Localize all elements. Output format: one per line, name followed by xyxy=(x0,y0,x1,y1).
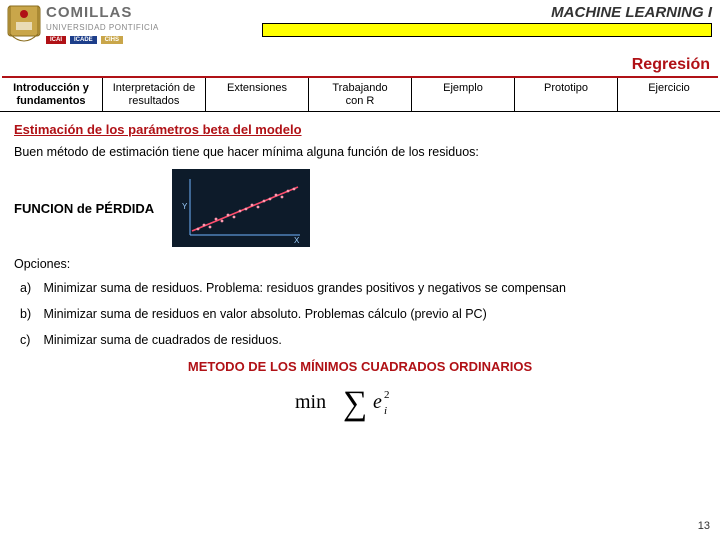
option-c: c) Minimizar suma de cuadrados de residu… xyxy=(20,333,706,347)
course-area: MACHINE LEARNING I xyxy=(165,0,720,37)
option-a: a) Minimizar suma de residuos. Problema:… xyxy=(20,281,706,295)
university-subline: UNIVERSIDAD PONTIFICIA xyxy=(46,23,159,32)
tab-label: Trabajando xyxy=(332,82,387,94)
svg-text:X: X xyxy=(294,236,300,245)
bar-icai: ICAI xyxy=(46,36,66,44)
bar-cihs: CIHS xyxy=(101,36,123,44)
option-letter: c) xyxy=(20,333,40,347)
sub-bars: ICAI ICADE CIHS xyxy=(46,36,159,44)
tab-label: fundamentos xyxy=(16,95,85,107)
course-title: MACHINE LEARNING I xyxy=(551,4,712,21)
svg-text:∑: ∑ xyxy=(343,385,367,422)
logo-text: COMILLAS UNIVERSIDAD PONTIFICIA ICAI ICA… xyxy=(46,4,159,44)
option-letter: a) xyxy=(20,281,40,295)
slide-header: COMILLAS UNIVERSIDAD PONTIFICIA ICAI ICA… xyxy=(0,0,720,56)
regression-chart-icon: Y X xyxy=(172,169,310,247)
tab-prototipo[interactable]: Prototipo xyxy=(515,78,618,111)
option-text: Minimizar suma de cuadrados de residuos. xyxy=(43,333,281,347)
intro-text: Buen método de estimación tiene que hace… xyxy=(14,145,706,159)
tab-label: Introducción y xyxy=(13,82,89,94)
tab-introduccion[interactable]: Introducción y fundamentos xyxy=(0,78,103,111)
svg-text:i: i xyxy=(384,405,387,417)
option-letter: b) xyxy=(20,307,40,321)
tab-ejercicio[interactable]: Ejercicio xyxy=(618,78,720,111)
method-title: METODO DE LOS MÍNIMOS CUADRADOS ORDINARI… xyxy=(14,359,706,374)
tab-extensiones[interactable]: Extensiones xyxy=(206,78,309,111)
tab-interpretacion[interactable]: Interpretación de resultados xyxy=(103,78,206,111)
svg-text:Y: Y xyxy=(182,202,188,211)
university-logo-block: COMILLAS UNIVERSIDAD PONTIFICIA ICAI ICA… xyxy=(0,0,165,48)
options-label: Opciones: xyxy=(14,257,706,271)
svg-text:2: 2 xyxy=(384,389,390,401)
option-text: Minimizar suma de residuos en valor abso… xyxy=(43,307,486,321)
topic-title: Regresión xyxy=(2,56,718,78)
bar-icade: ICADE xyxy=(70,36,97,44)
tab-label: Interpretación de xyxy=(113,82,196,94)
svg-text:e: e xyxy=(373,391,382,413)
tab-label: Prototipo xyxy=(544,82,588,94)
option-b: b) Minimizar suma de residuos en valor a… xyxy=(20,307,706,321)
loss-label: FUNCION de PÉRDIDA xyxy=(14,201,154,216)
crest-icon xyxy=(6,4,42,48)
tab-row: Introducción y fundamentos Interpretació… xyxy=(0,78,720,112)
option-text: Minimizar suma de residuos. Problema: re… xyxy=(43,281,565,295)
tab-label: con R xyxy=(346,95,375,107)
tab-trabajando-r[interactable]: Trabajando con R xyxy=(309,78,412,111)
tab-label: Ejercicio xyxy=(648,82,690,94)
university-name: COMILLAS xyxy=(46,4,159,21)
tab-label: resultados xyxy=(129,95,180,107)
slide-body: Estimación de los parámetros beta del mo… xyxy=(0,112,720,425)
tab-label: Ejemplo xyxy=(443,82,483,94)
loss-row: FUNCION de PÉRDIDA Y X xyxy=(14,169,706,247)
page-number: 13 xyxy=(698,520,710,532)
ols-formula: min ∑ e 2 i xyxy=(14,380,706,425)
section-title: Estimación de los parámetros beta del mo… xyxy=(14,122,706,137)
tab-label: Extensiones xyxy=(227,82,287,94)
tab-ejemplo[interactable]: Ejemplo xyxy=(412,78,515,111)
svg-text:min: min xyxy=(295,391,326,413)
yellow-bar xyxy=(262,23,712,37)
